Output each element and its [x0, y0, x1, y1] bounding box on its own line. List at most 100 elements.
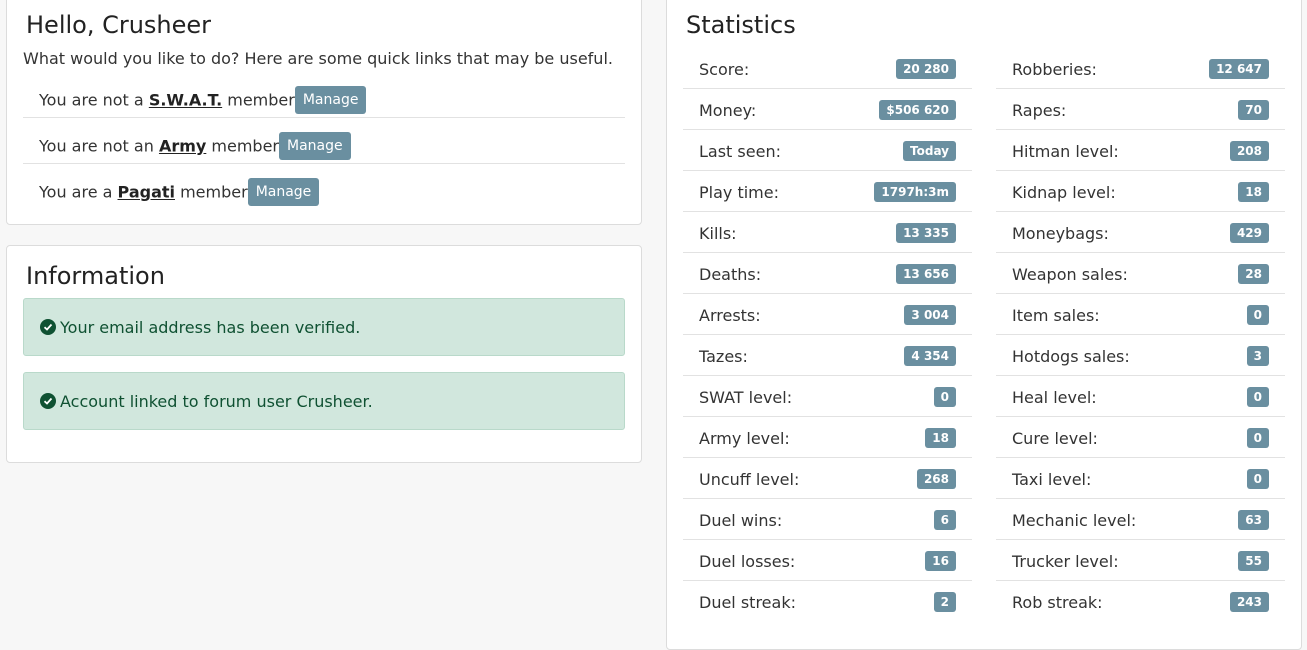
stat-label: Heal level: — [1012, 388, 1097, 407]
stat-label: Duel streak: — [699, 593, 796, 612]
stat-value-badge: 70 — [1238, 100, 1269, 120]
stat-label: Arrests: — [699, 306, 761, 325]
stat-label: Hitman level: — [1012, 142, 1119, 161]
manage-swat-button[interactable]: Manage — [294, 86, 367, 114]
stat-label: Robberies: — [1012, 60, 1097, 79]
stat-row: Cure level: 0 — [996, 417, 1285, 458]
membership-prefix: You are not a — [39, 90, 149, 110]
stat-row: Tazes: 4 354 — [683, 335, 972, 376]
stat-value-badge: 16 — [925, 551, 956, 571]
stat-row: Trucker level: 55 — [996, 540, 1285, 581]
group-link-swat[interactable]: S.W.A.T. — [149, 91, 222, 110]
membership-row-pagati: You are a Pagati member Manage — [23, 164, 625, 210]
stat-label: Moneybags: — [1012, 224, 1109, 243]
stat-value-badge: 208 — [1229, 141, 1269, 161]
stat-row: Deaths: 13 656 — [683, 253, 972, 294]
stat-label: Money: — [699, 101, 757, 120]
stat-label: Tazes: — [699, 347, 748, 366]
stat-value-badge: 0 — [1246, 428, 1269, 448]
stat-row: Heal level: 0 — [996, 376, 1285, 417]
alert-forum-linked: Account linked to forum user Crusheer. — [23, 372, 625, 430]
stat-label: Duel losses: — [699, 552, 796, 571]
stat-value-badge: 4 354 — [904, 346, 956, 366]
stat-label: Cure level: — [1012, 429, 1098, 448]
manage-army-button[interactable]: Manage — [279, 132, 351, 160]
stat-row: Kills: 13 335 — [683, 212, 972, 253]
manage-pagati-button[interactable]: Manage — [247, 178, 320, 206]
stat-label: SWAT level: — [699, 388, 793, 407]
membership-suffix: member — [222, 90, 295, 110]
stat-value-badge: 0 — [1246, 305, 1269, 325]
stat-label: Hotdogs sales: — [1012, 347, 1130, 366]
stat-row: Last seen: Today — [683, 130, 972, 171]
stat-label: Last seen: — [699, 142, 781, 161]
stat-row: Duel wins: 6 — [683, 499, 972, 540]
stat-row: Hotdogs sales: 3 — [996, 335, 1285, 376]
statistics-title: Statistics — [686, 11, 796, 39]
stat-value-badge: 2 — [933, 592, 956, 612]
stat-value-badge: 243 — [1229, 592, 1269, 612]
membership-suffix: member — [206, 136, 280, 156]
stat-value-badge: 12 647 — [1209, 59, 1269, 79]
stat-value-badge: Today — [903, 141, 956, 161]
stat-label: Mechanic level: — [1012, 511, 1137, 530]
alert-email-verified: Your email address has been verified. — [23, 298, 625, 356]
stat-label: Play time: — [699, 183, 779, 202]
stat-row: Taxi level: 0 — [996, 458, 1285, 499]
stat-row: Mechanic level: 63 — [996, 499, 1285, 540]
information-card: Information Your email address has been … — [6, 245, 642, 463]
stat-row: Moneybags: 429 — [996, 212, 1285, 253]
stat-value-badge: 63 — [1238, 510, 1269, 530]
stat-label: Score: — [699, 60, 750, 79]
alert-text: Account linked to forum user Crusheer. — [60, 392, 373, 411]
stat-label: Deaths: — [699, 265, 762, 284]
information-title: Information — [26, 262, 165, 290]
stat-row: Play time: 1797h:3m — [683, 171, 972, 212]
group-link-army[interactable]: Army — [159, 137, 206, 156]
stat-row: Weapon sales: 28 — [996, 253, 1285, 294]
membership-row-army: You are not an Army member Manage — [23, 118, 625, 164]
stat-label: Duel wins: — [699, 511, 783, 530]
stat-value-badge: 18 — [1238, 182, 1269, 202]
stat-row: Money: $506 620 — [683, 89, 972, 130]
stat-label: Uncuff level: — [699, 470, 800, 489]
hello-title: Hello, Crusheer — [26, 11, 212, 39]
group-link-pagati[interactable]: Pagati — [118, 183, 175, 202]
stat-row: Robberies: 12 647 — [996, 48, 1285, 89]
stat-row: Hitman level: 208 — [996, 130, 1285, 171]
check-circle-icon — [40, 319, 56, 335]
stat-row: Rob streak: 243 — [996, 581, 1285, 622]
stat-value-badge: 0 — [1246, 387, 1269, 407]
stat-label: Army level: — [699, 429, 790, 448]
stat-row: Uncuff level: 268 — [683, 458, 972, 499]
stat-value-badge: 268 — [916, 469, 956, 489]
membership-prefix: You are not an — [39, 136, 159, 156]
check-circle-icon — [40, 393, 56, 409]
hello-intro: What would you like to do? Here are some… — [23, 49, 613, 68]
membership-row-swat: You are not a S.W.A.T. member Manage — [23, 72, 625, 118]
stat-label: Trucker level: — [1012, 552, 1119, 571]
stat-value-badge: 28 — [1238, 264, 1269, 284]
stat-value-badge: 429 — [1229, 223, 1269, 243]
stat-value-badge: 3 — [1246, 346, 1269, 366]
stat-row: Kidnap level: 18 — [996, 171, 1285, 212]
stat-value-badge: 0 — [1246, 469, 1269, 489]
stat-row: Item sales: 0 — [996, 294, 1285, 335]
stat-label: Rob streak: — [1012, 593, 1103, 612]
stat-row: Arrests: 3 004 — [683, 294, 972, 335]
stat-value-badge: $506 620 — [879, 100, 956, 120]
stat-label: Rapes: — [1012, 101, 1067, 120]
stat-label: Kills: — [699, 224, 737, 243]
hello-card: Hello, Crusheer What would you like to d… — [6, 0, 642, 225]
stat-label: Kidnap level: — [1012, 183, 1116, 202]
stat-value-badge: 13 335 — [896, 223, 956, 243]
stat-row: SWAT level: 0 — [683, 376, 972, 417]
stat-row: Duel streak: 2 — [683, 581, 972, 622]
statistics-card: Statistics Score: 2 0 28 0 Money: $506 620 Las… — [666, 0, 1302, 650]
stat-label: Item sales: — [1012, 306, 1100, 325]
stat-label: Taxi level: — [1012, 470, 1092, 489]
stat-value-badge: 18 — [925, 428, 956, 448]
stat-value-badge: 0 — [933, 387, 956, 407]
stat-value-badge: 3 004 — [904, 305, 956, 325]
stat-value-badge: 55 — [1238, 551, 1269, 571]
